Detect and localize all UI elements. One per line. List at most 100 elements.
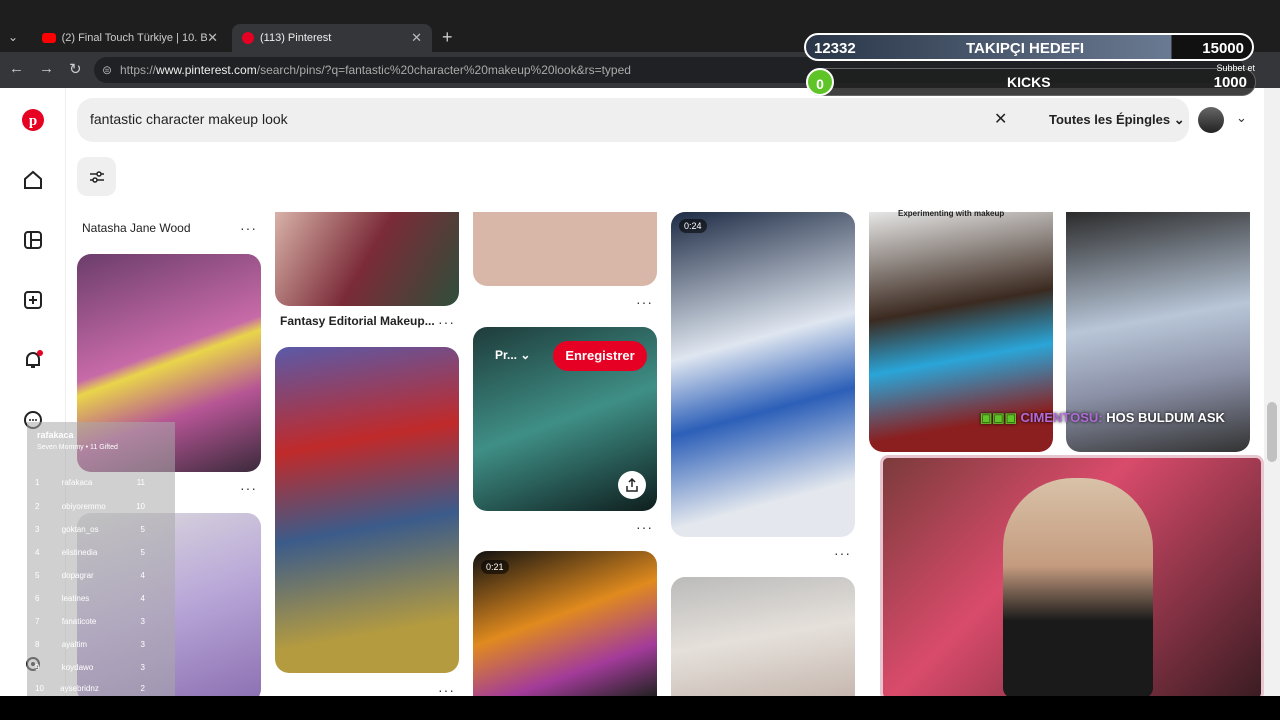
board-select-dropdown[interactable]: Pr... ⌄ (495, 348, 530, 362)
leaderboard-row: 8 ayaltim 3 (35, 640, 165, 649)
goal-target: 15000 (1202, 40, 1244, 57)
chat-username: CIMENTOSU: (1020, 410, 1103, 425)
kicks-count: 0 (806, 68, 834, 96)
sliders-icon (89, 170, 104, 183)
user: rafakaca (61, 478, 93, 487)
kicks-goal-bar: KICKS 1000 Subbet et (806, 63, 1256, 96)
pin-image[interactable] (275, 212, 459, 306)
youtube-icon (42, 33, 56, 43)
rank: 10 (35, 684, 44, 693)
count: 4 (140, 594, 145, 603)
home-icon[interactable] (21, 168, 45, 192)
goal-label: TAKIPÇI HEDEFI (966, 40, 1085, 57)
streamer-webcam (880, 455, 1264, 701)
more-options-icon[interactable]: ··· (834, 545, 851, 561)
rank: 6 (35, 594, 40, 603)
notifications-bell-icon[interactable] (21, 348, 45, 372)
leaderboard-row: 5 dopagrar 4 (35, 571, 165, 580)
leaderboard-subtitle: Seven Mommy • 11 Gifted (37, 444, 118, 451)
browser-window: ⌄ (2) Final Touch Türkiye | 10. Bölüm ✕ … (0, 0, 1280, 720)
more-options-icon[interactable]: ··· (438, 314, 455, 330)
save-button[interactable]: Enregistrer (553, 341, 647, 371)
pin-image[interactable] (275, 347, 459, 673)
search-scope-dropdown[interactable]: Toutes les Épingles ⌄ (1049, 112, 1185, 128)
rank: 1 (35, 478, 40, 487)
search-input[interactable]: fantastic character makeup look (90, 111, 288, 127)
tab-title: (113) Pinterest (260, 32, 332, 44)
user: obiyoremmo (61, 502, 106, 511)
pinterest-logo-icon[interactable]: p (21, 108, 45, 132)
url-prefix: https:// (120, 63, 157, 77)
svg-text:p: p (29, 113, 37, 129)
site-info-icon[interactable]: ⊜ (102, 57, 112, 83)
create-icon[interactable] (21, 288, 45, 312)
more-options-icon[interactable]: ··· (636, 294, 653, 310)
new-tab-icon[interactable]: + (442, 27, 453, 48)
count: 3 (140, 663, 145, 672)
taskbar (0, 696, 1280, 720)
pin-image[interactable] (473, 212, 657, 286)
count: 3 (140, 617, 145, 626)
pin-video[interactable] (671, 212, 855, 537)
goal-current: 12332 (814, 40, 856, 57)
user: koydawo (61, 663, 94, 672)
avatar[interactable] (1198, 107, 1224, 133)
chevron-down-icon: ⌄ (1173, 112, 1185, 127)
webcam-person (1003, 478, 1153, 698)
page-scrollbar[interactable] (1264, 88, 1280, 696)
url-host: www.pinterest.com (156, 63, 257, 77)
rank: 7 (35, 617, 40, 626)
chevron-down-icon: ⌄ (520, 348, 531, 362)
pin-title[interactable]: Fantasy Editorial Makeup... (280, 314, 435, 328)
follower-goal-bar: 12332 TAKIPÇI HEDEFI 15000 (804, 33, 1254, 61)
leaderboard-row: 3 goktan_os 5 (35, 525, 165, 534)
more-options-icon[interactable]: ··· (636, 519, 653, 535)
chat-badges-icon: ▣▣▣ (980, 410, 1017, 425)
reload-icon[interactable]: ↻ (69, 60, 82, 78)
share-upload-icon[interactable] (618, 471, 646, 499)
rank: 2 (35, 502, 40, 511)
scrollbar-thumb[interactable] (1267, 402, 1277, 462)
pin-image[interactable] (671, 577, 855, 696)
chat-message: ▣▣▣ CIMENTOSU: HOS BULDUM ASK (980, 410, 1240, 426)
count: 10 (136, 502, 145, 511)
board-name: Pr... (495, 348, 518, 362)
account-chevron-down-icon[interactable]: ⌄ (1236, 110, 1247, 126)
video-duration-badge: 0:24 (679, 219, 707, 233)
tab-youtube[interactable]: (2) Final Touch Türkiye | 10. Bölüm ✕ (32, 24, 228, 52)
count: 3 (140, 640, 145, 649)
tab-pinterest[interactable]: (113) Pinterest ✕ (232, 24, 432, 52)
subscribe-hint: Subbet et (1216, 63, 1255, 73)
search-bar[interactable]: fantastic character makeup look ✕ Toutes… (77, 98, 1189, 142)
tab-title: (2) Final Touch Türkiye | 10. Bölüm (61, 32, 208, 44)
leaderboard-row: 10 aysebridnz 2 (35, 684, 165, 693)
rank: 8 (35, 640, 40, 649)
url-path: /search/pins/?q=fantastic%20character%20… (256, 63, 631, 77)
count: 5 (140, 525, 145, 534)
back-icon[interactable]: ← (9, 60, 24, 77)
close-tab-icon[interactable]: ✕ (411, 30, 422, 46)
user: goktan_os (61, 525, 99, 534)
pin-creator-name[interactable]: Natasha Jane Wood (82, 221, 191, 235)
explore-icon[interactable] (21, 228, 45, 252)
leaderboard-row: 2 obiyoremmo 10 (35, 502, 165, 511)
more-options-icon[interactable]: ··· (240, 480, 257, 496)
kicks-label: KICKS (1007, 74, 1051, 90)
filters-button[interactable] (77, 157, 116, 196)
count: 5 (140, 548, 145, 557)
forward-icon[interactable]: → (39, 60, 54, 77)
more-options-icon[interactable]: ··· (438, 682, 455, 696)
kicks-target: 1000 (1213, 74, 1247, 91)
rank: 9 (35, 663, 40, 672)
tab-list-dropdown-icon[interactable]: ⌄ (8, 30, 18, 44)
leaderboard-row: 6 leatines 4 (35, 594, 165, 603)
video-duration-badge: 0:21 (481, 560, 509, 574)
more-options-icon[interactable]: ··· (240, 220, 257, 236)
leaderboard-row: 4 elistinedia 5 (35, 548, 165, 557)
close-tab-icon[interactable]: ✕ (207, 30, 218, 46)
clear-search-icon[interactable]: ✕ (994, 109, 1007, 129)
user: ayaltim (61, 640, 88, 649)
search-scope-label: Toutes les Épingles (1049, 112, 1171, 127)
count: 11 (136, 478, 145, 487)
user: fanaticote (61, 617, 97, 626)
